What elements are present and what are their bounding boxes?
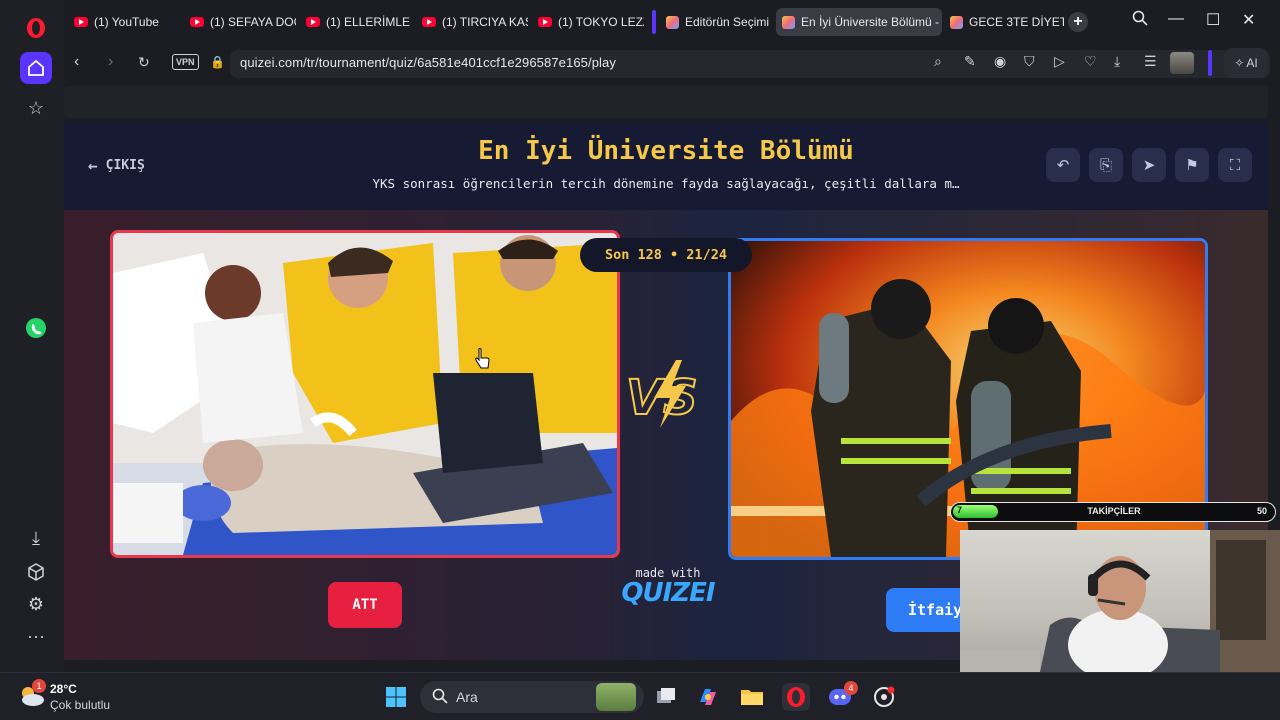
settings-gear-icon[interactable]: ⚙ bbox=[20, 588, 52, 620]
quiz-title: En İyi Üniversite Bölümü bbox=[478, 136, 854, 166]
edit-icon[interactable]: ✎ bbox=[964, 53, 976, 70]
browser-sidebar: ☆ ⤓ ⚙ ··· bbox=[0, 0, 64, 672]
weather-badge: 1 bbox=[32, 679, 46, 693]
download-icon[interactable]: ⤓ bbox=[1114, 53, 1120, 70]
youtube-icon bbox=[190, 17, 204, 27]
download-icon[interactable]: ⤓ bbox=[20, 522, 52, 554]
quiz-header: ← ÇIKIŞ En İyi Üniversite Bölümü YKS son… bbox=[64, 122, 1268, 210]
opera-taskbar-icon[interactable] bbox=[782, 683, 810, 711]
accent-indicator bbox=[1208, 50, 1212, 76]
profile-avatar[interactable] bbox=[1170, 52, 1194, 74]
heart-icon[interactable]: ♡ bbox=[1084, 53, 1097, 70]
opera-logo-icon[interactable] bbox=[20, 12, 52, 44]
round-indicator: Son 128 • 21/24 bbox=[580, 238, 752, 272]
left-choice-image[interactable] bbox=[110, 230, 620, 558]
zoom-search-icon[interactable]: ⌕ bbox=[934, 53, 942, 70]
made-with-quizei[interactable]: made with QUIZEI bbox=[604, 566, 732, 608]
forward-arrow-icon[interactable]: › bbox=[108, 53, 113, 71]
reload-icon[interactable]: ↻ bbox=[138, 54, 150, 71]
tab-5[interactable]: (1) TOKYO LEZZ bbox=[532, 8, 644, 36]
tab-6[interactable]: Editörün Seçimi bbox=[660, 8, 772, 36]
camera-icon[interactable]: ◉ bbox=[994, 53, 1006, 70]
tab-4[interactable]: (1) TIRCIYA KAS bbox=[416, 8, 528, 36]
youtube-icon bbox=[306, 17, 320, 27]
url-text[interactable]: quizei.com/tr/tournament/quiz/6a581e401c… bbox=[240, 55, 616, 70]
whatsapp-icon[interactable] bbox=[20, 312, 52, 344]
mouse-hand-cursor-icon bbox=[474, 348, 490, 375]
quizei-logo: QUIZEI bbox=[621, 578, 715, 608]
discord-badge: 4 bbox=[844, 681, 858, 695]
tab-group-indicator bbox=[652, 10, 656, 34]
star-icon[interactable]: ☆ bbox=[20, 92, 52, 124]
lock-icon[interactable]: 🔒 bbox=[210, 55, 225, 69]
followers-label: TAKİPÇİLER bbox=[1087, 506, 1141, 516]
taskbar-search[interactable]: Ara bbox=[420, 681, 644, 713]
ai-button[interactable]: ✧ AI bbox=[1224, 48, 1268, 78]
back-arrow-icon[interactable]: ‹ bbox=[74, 53, 79, 71]
menu-icon[interactable]: ☰ bbox=[1144, 53, 1157, 70]
obs-record-icon[interactable] bbox=[870, 683, 898, 711]
search-highlight-icon bbox=[596, 683, 636, 711]
tab-3[interactable]: (1) ELLERİMLE P bbox=[300, 8, 412, 36]
ai-sparkle-icon: ✧ bbox=[1234, 56, 1245, 70]
tab-1[interactable]: (1) YouTube bbox=[68, 8, 180, 36]
youtube-icon bbox=[538, 17, 552, 27]
tab-2[interactable]: (1) SEFAYA DOĞ bbox=[184, 8, 296, 36]
more-dots-icon[interactable]: ··· bbox=[20, 620, 52, 652]
undo-icon[interactable]: ↶ bbox=[1046, 148, 1080, 182]
fullscreen-icon[interactable]: ⛶ bbox=[1218, 148, 1252, 182]
cube-icon[interactable] bbox=[20, 556, 52, 588]
youtube-icon bbox=[74, 17, 88, 27]
followers-goal: 50 bbox=[1256, 506, 1267, 516]
send-icon[interactable]: ➤ bbox=[1132, 148, 1166, 182]
copilot-icon[interactable] bbox=[694, 683, 722, 711]
windows-taskbar: 1 28°C Çok bulutlu Ara 4 bbox=[0, 672, 1280, 720]
quizei-favicon-icon bbox=[950, 15, 963, 29]
vs-lightning-icon: VS bbox=[624, 358, 710, 430]
maximize-button[interactable]: ☐ bbox=[1206, 10, 1220, 30]
quiz-subtitle: YKS sonrası öğrencilerin tercih dönemine… bbox=[372, 176, 960, 191]
tab-bar: (1) YouTube (1) SEFAYA DOĞ (1) ELLERİMLE… bbox=[64, 0, 1280, 44]
paramedics-scene-image bbox=[113, 233, 617, 555]
share-icon[interactable]: ⎘ bbox=[1089, 148, 1123, 182]
youtube-icon bbox=[422, 17, 436, 27]
home-icon[interactable] bbox=[20, 52, 52, 84]
bookmarks-bar bbox=[64, 86, 1268, 118]
weather-temp[interactable]: 28°C bbox=[50, 682, 77, 696]
choose-left-button[interactable]: ATT bbox=[328, 582, 402, 628]
webcam-overlay bbox=[960, 530, 1280, 672]
tab-7-active[interactable]: En İyi Üniversite Bölümü - bbox=[776, 8, 942, 36]
search-tabs-icon[interactable] bbox=[1132, 10, 1148, 31]
play-icon[interactable]: ▷ bbox=[1054, 53, 1065, 70]
new-tab-button[interactable]: + bbox=[1068, 12, 1088, 32]
close-window-button[interactable]: ✕ bbox=[1242, 10, 1255, 30]
followers-goal-bar: 7 TAKİPÇİLER 50 bbox=[950, 502, 1276, 522]
flag-icon[interactable]: ⚑ bbox=[1175, 148, 1209, 182]
minimize-button[interactable]: — bbox=[1168, 10, 1184, 28]
search-icon bbox=[432, 688, 448, 707]
quizei-favicon-icon bbox=[782, 15, 795, 29]
weather-desc[interactable]: Çok bulutlu bbox=[50, 698, 110, 712]
windows-start-icon[interactable] bbox=[382, 683, 410, 711]
vpn-badge[interactable]: VPN bbox=[172, 54, 199, 70]
tab-8[interactable]: GECE 3TE DİYET bbox=[944, 8, 1064, 36]
shield-icon[interactable]: ⛉ bbox=[1024, 53, 1035, 70]
quizei-favicon-icon bbox=[666, 15, 679, 29]
file-explorer-icon[interactable] bbox=[738, 683, 766, 711]
task-view-icon[interactable] bbox=[652, 683, 680, 711]
